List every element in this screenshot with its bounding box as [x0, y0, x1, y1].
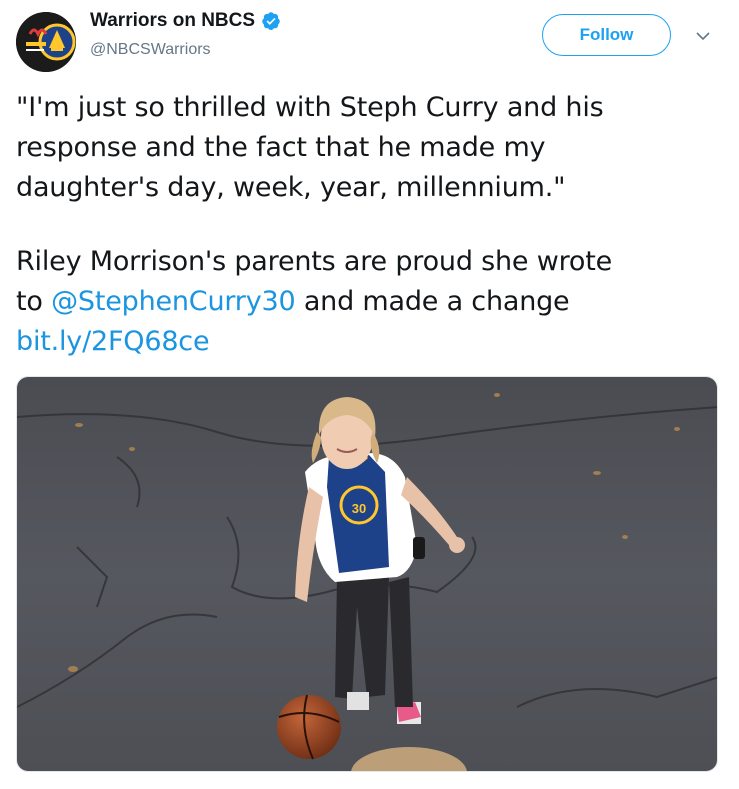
author-display-name[interactable]: Warriors on NBCS	[90, 10, 255, 32]
tweet-media-image[interactable]: 30	[16, 376, 718, 772]
quote-line: "I'm just so thrilled with Steph Curry a…	[16, 92, 604, 123]
follow-button[interactable]: Follow	[542, 14, 671, 56]
tweet-text: "I'm just so thrilled with Steph Curry a…	[16, 88, 726, 362]
mention-link[interactable]: @StephenCurry30	[51, 286, 296, 317]
chevron-down-icon[interactable]	[695, 28, 711, 44]
avatar[interactable]	[16, 12, 76, 72]
tweet-card: Warriors on NBCS @NBCSWarriors Follow "I…	[0, 0, 739, 789]
url-link[interactable]: bit.ly/2FQ68ce	[16, 326, 210, 357]
quote-line: response and the fact that he made my	[16, 132, 546, 163]
mention-prefix: to	[16, 286, 52, 317]
jersey-number: 30	[352, 501, 366, 516]
quote-line: daughter's day, week, year, millennium."	[16, 172, 566, 203]
mention-suffix: and made a change	[295, 286, 570, 317]
author-name-row: Warriors on NBCS	[90, 10, 281, 32]
body-line-mention: to @StephenCurry30 and made a change	[16, 282, 726, 322]
body-line: Riley Morrison's parents are proud she w…	[16, 246, 613, 277]
author-handle[interactable]: @NBCSWarriors	[90, 41, 211, 59]
verified-badge-icon	[262, 12, 280, 30]
